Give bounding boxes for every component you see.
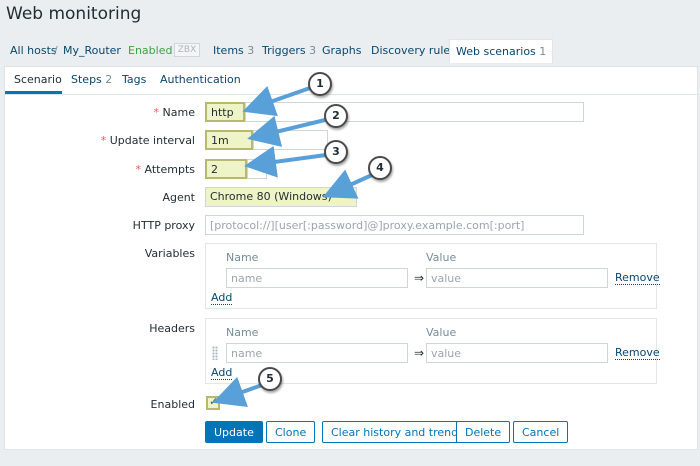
variables-col-value: Value — [426, 251, 457, 264]
triggers-count: 3 — [309, 44, 317, 57]
headers-col-name: Name — [226, 326, 259, 339]
tab-steps[interactable]: Steps 2 — [71, 73, 112, 86]
name-label: * Name — [5, 106, 195, 119]
breadcrumb-all-hosts[interactable]: All hosts — [10, 44, 57, 57]
variables-label: Variables — [144, 247, 195, 260]
page-title: Web monitoring — [6, 4, 142, 24]
header-name-input[interactable] — [226, 343, 408, 363]
variables-col-name: Name — [226, 251, 259, 264]
tab-scenario[interactable]: Scenario — [14, 73, 62, 86]
required-mark: * — [153, 106, 160, 119]
agent-label: Agent — [162, 191, 195, 204]
required-mark: * — [100, 134, 107, 147]
enabled-checkbox[interactable]: ✓ — [206, 395, 220, 410]
breadcrumb-web-scenarios[interactable]: Web scenarios 1 — [449, 39, 554, 63]
update-interval-label: * Update interval — [5, 134, 195, 147]
host-enabled-status[interactable]: Enabled — [128, 44, 172, 57]
headers-label: Headers — [149, 322, 195, 335]
clear-history-button[interactable]: Clear history and trends — [322, 421, 473, 443]
attempts-label-text: Attempts — [144, 163, 195, 176]
variable-name-input[interactable] — [226, 268, 408, 288]
zbx-availability-badge: ZBX — [174, 43, 200, 57]
variable-remove-link[interactable]: Remove — [615, 272, 660, 285]
callout-3: 3 — [324, 140, 348, 164]
scenario-form-panel: Scenario Steps 2 Tags Authentication * N… — [4, 66, 699, 450]
callout-2: 2 — [324, 104, 348, 128]
drag-handle-icon[interactable] — [212, 346, 218, 360]
breadcrumb: All hosts / My_Router Enabled ZBX Items … — [0, 34, 700, 68]
chevron-down-icon: ⌄ — [343, 189, 352, 200]
update-interval-field-rest — [253, 130, 328, 150]
arrow-icon: ⇒ — [414, 271, 425, 285]
header-add-link[interactable]: Add — [211, 367, 233, 380]
name-input-value[interactable] — [205, 102, 245, 122]
checkmark-icon: ✓ — [209, 395, 219, 408]
name-input[interactable] — [245, 102, 584, 122]
breadcrumb-discovery-rules[interactable]: Discovery rules — [371, 44, 456, 57]
delete-button[interactable]: Delete — [456, 421, 511, 443]
attempts-field-rest — [247, 159, 267, 179]
headers-col-value: Value — [426, 326, 457, 339]
cancel-button[interactable]: Cancel — [513, 421, 569, 443]
header-value-input[interactable] — [426, 343, 608, 363]
agent-select-value: Chrome 80 (Windows) — [210, 190, 332, 203]
web-scenarios-label: Web scenarios — [456, 45, 536, 58]
callout-5: 5 — [258, 367, 282, 391]
tab-divider — [5, 94, 699, 95]
header-remove-link[interactable]: Remove — [615, 347, 660, 360]
callout-1: 1 — [308, 72, 332, 96]
agent-select[interactable]: Chrome 80 (Windows) ⌄ — [205, 187, 357, 207]
tab-authentication[interactable]: Authentication — [160, 73, 241, 86]
required-mark: * — [135, 163, 142, 176]
breadcrumb-separator: / — [54, 44, 58, 57]
tab-tags[interactable]: Tags — [122, 73, 146, 86]
clone-button[interactable]: Clone — [266, 421, 316, 443]
breadcrumb-graphs[interactable]: Graphs — [322, 44, 361, 57]
steps-label: Steps — [71, 73, 102, 86]
steps-count: 2 — [105, 73, 113, 86]
callout-4: 4 — [368, 156, 392, 180]
web-scenarios-count: 1 — [539, 45, 547, 58]
variables-table: Name Value ⇒ Remove Add — [205, 243, 660, 309]
http-proxy-input[interactable] — [205, 215, 584, 235]
variable-value-input[interactable] — [426, 268, 608, 288]
name-label-text: Name — [162, 106, 195, 119]
arrow-icon: ⇒ — [414, 346, 425, 360]
enabled-label: Enabled — [150, 398, 195, 411]
attempts-label: * Attempts — [5, 163, 195, 176]
attempts-input[interactable] — [205, 159, 247, 179]
items-count: 3 — [247, 44, 255, 57]
update-interval-input[interactable] — [205, 130, 253, 150]
breadcrumb-triggers[interactable]: Triggers 3 — [262, 44, 316, 57]
triggers-label: Triggers — [262, 44, 306, 57]
variable-add-link[interactable]: Add — [211, 292, 233, 305]
update-button[interactable]: Update — [205, 421, 263, 443]
items-label: Items — [213, 44, 244, 57]
update-interval-label-text: Update interval — [109, 134, 195, 147]
breadcrumb-host[interactable]: My_Router — [63, 44, 121, 57]
breadcrumb-items[interactable]: Items 3 — [213, 44, 254, 57]
http-proxy-label: HTTP proxy — [132, 219, 195, 232]
